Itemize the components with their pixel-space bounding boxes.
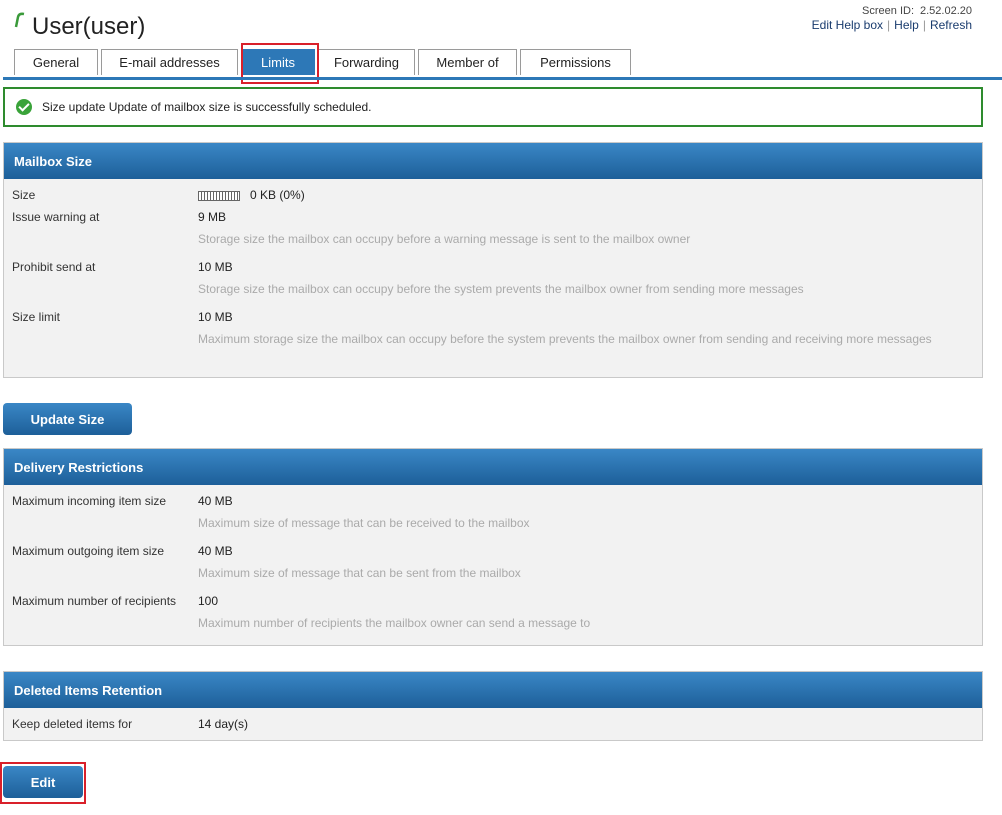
recipients-label: Maximum number of recipients (12, 594, 177, 608)
top-right-info: Screen ID: 2.52.02.20 Edit Help box | Help |… (812, 5, 972, 32)
link-separator: | (887, 18, 891, 32)
user-icon (14, 12, 25, 28)
page-title: User(user) (32, 13, 146, 40)
screen-id-value: 2.52.02.20 (920, 5, 972, 17)
size-value-text: 0 KB (0%) (250, 188, 305, 202)
tab-general[interactable]: General (14, 49, 98, 75)
top-links: Edit Help box | Help | Refresh (812, 18, 972, 32)
mailbox-size-panel: Mailbox Size Size 0 KB (0%) Issue warnin… (3, 142, 983, 378)
delivery-restrictions-header: Delivery Restrictions (4, 449, 982, 485)
keep-value: 14 day(s) (198, 717, 249, 731)
tab-member-of[interactable]: Member of (418, 49, 517, 75)
deleted-items-retention-panel: Deleted Items Retention Keep deleted ite… (3, 671, 983, 741)
limit-value: 10 MB (198, 310, 233, 324)
incoming-hint: Maximum size of message that can be rece… (198, 516, 530, 530)
incoming-label: Maximum incoming item size (12, 494, 167, 508)
prohibit-value: 10 MB (198, 260, 233, 274)
outgoing-label: Maximum outgoing item size (12, 544, 165, 558)
size-value: 0 KB (0%) (198, 188, 305, 202)
edit-highlight-box (0, 762, 86, 804)
size-label: Size (12, 188, 36, 202)
success-message: Size update Update of mailbox size is su… (3, 87, 983, 127)
prohibit-hint: Storage size the mailbox can occupy befo… (198, 282, 804, 296)
incoming-value: 40 MB (198, 494, 233, 508)
outgoing-hint: Maximum size of message that can be sent… (198, 566, 521, 580)
prohibit-label: Prohibit send at (12, 260, 96, 274)
tab-underline (3, 77, 1002, 80)
tab-forwarding[interactable]: Forwarding (318, 49, 415, 75)
success-message-text: Size update Update of mailbox size is su… (42, 100, 372, 114)
limit-label: Size limit (12, 310, 61, 324)
page-header: User(user) (14, 12, 145, 42)
tab-email-addresses[interactable]: E-mail addresses (101, 49, 238, 75)
tab-permissions[interactable]: Permissions (520, 49, 631, 75)
refresh-link[interactable]: Refresh (930, 18, 972, 32)
delivery-restrictions-panel: Delivery Restrictions Maximum incoming i… (3, 448, 983, 646)
recipients-value: 100 (198, 594, 219, 608)
help-link[interactable]: Help (894, 18, 919, 32)
keep-label: Keep deleted items for (12, 717, 133, 731)
warning-hint: Storage size the mailbox can occupy befo… (198, 232, 691, 246)
warning-value: 9 MB (198, 210, 227, 224)
warning-label: Issue warning at (12, 210, 100, 224)
checkmark-icon (16, 99, 32, 115)
deleted-items-retention-header: Deleted Items Retention (4, 672, 982, 708)
size-progress-bar (198, 190, 240, 201)
screen-id-label: Screen ID: (862, 5, 914, 17)
edit-help-box-link[interactable]: Edit Help box (812, 18, 883, 32)
recipients-hint: Maximum number of recipients the mailbox… (198, 616, 591, 630)
tab-bar: General E-mail addresses Limits Forwardi… (14, 49, 634, 75)
outgoing-value: 40 MB (198, 544, 233, 558)
limit-hint: Maximum storage size the mailbox can occ… (198, 332, 932, 346)
link-separator: | (922, 18, 926, 32)
mailbox-size-header: Mailbox Size (4, 143, 982, 179)
update-size-button[interactable]: Update Size (3, 403, 132, 435)
screen-id: Screen ID: 2.52.02.20 (812, 5, 972, 17)
